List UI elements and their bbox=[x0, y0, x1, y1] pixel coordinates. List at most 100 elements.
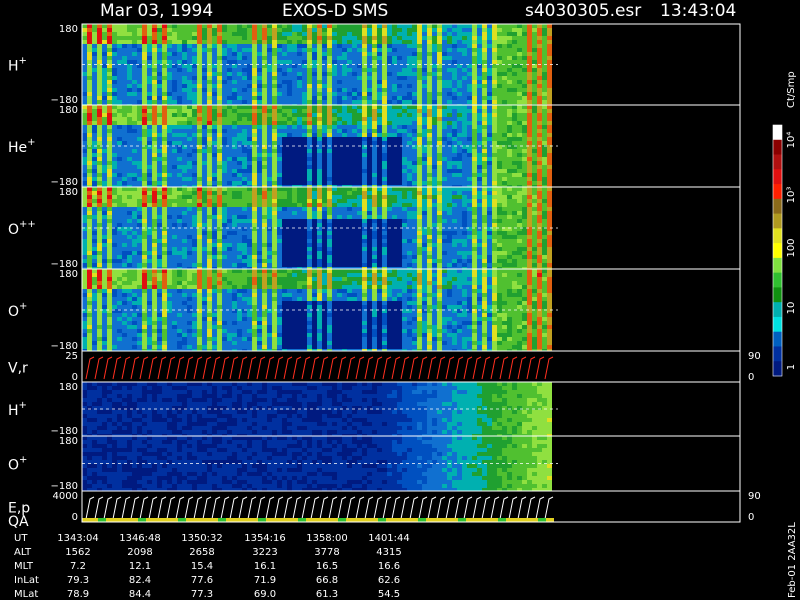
data-cell bbox=[317, 40, 322, 44]
data-cell bbox=[227, 191, 232, 195]
data-cell bbox=[162, 109, 167, 113]
data-cell bbox=[412, 177, 417, 181]
data-cell bbox=[237, 72, 242, 76]
data-cell bbox=[392, 105, 397, 109]
data-cell bbox=[162, 207, 167, 211]
data-cell bbox=[147, 231, 152, 235]
data-cell bbox=[122, 113, 127, 117]
data-cell bbox=[522, 76, 527, 80]
data-cell bbox=[182, 80, 187, 84]
data-cell bbox=[317, 195, 322, 199]
data-cell bbox=[417, 117, 422, 121]
data-cell bbox=[217, 235, 222, 239]
data-cell bbox=[467, 133, 472, 137]
data-cell bbox=[197, 44, 202, 48]
data-cell bbox=[532, 24, 537, 28]
data-cell bbox=[147, 203, 152, 207]
data-cell bbox=[467, 52, 472, 56]
data-cell bbox=[267, 24, 272, 28]
data-cell bbox=[527, 141, 532, 145]
data-cell bbox=[297, 24, 302, 28]
data-cell bbox=[537, 173, 542, 177]
data-cell bbox=[392, 181, 397, 185]
data-cell bbox=[352, 36, 357, 40]
data-cell bbox=[347, 88, 352, 92]
data-cell bbox=[172, 48, 177, 52]
data-cell bbox=[282, 195, 287, 199]
data-cell bbox=[177, 117, 182, 121]
data-cell bbox=[282, 169, 287, 173]
data-cell bbox=[407, 44, 412, 48]
data-cell bbox=[97, 84, 102, 88]
data-cell bbox=[422, 96, 427, 100]
data-cell bbox=[117, 173, 122, 177]
data-cell bbox=[357, 52, 362, 56]
data-cell bbox=[497, 96, 502, 100]
data-cell bbox=[292, 191, 297, 195]
data-cell bbox=[327, 36, 332, 40]
data-cell bbox=[117, 231, 122, 235]
data-cell bbox=[447, 40, 452, 44]
data-cell bbox=[227, 105, 232, 109]
data-cell bbox=[197, 169, 202, 173]
data-cell bbox=[172, 187, 177, 191]
data-cell bbox=[192, 173, 197, 177]
data-cell bbox=[107, 231, 112, 235]
data-cell bbox=[532, 68, 537, 72]
data-cell bbox=[197, 52, 202, 56]
data-cell bbox=[447, 113, 452, 117]
data-cell bbox=[187, 133, 192, 137]
data-cell bbox=[282, 96, 287, 100]
data-cell bbox=[182, 259, 187, 263]
data-cell bbox=[192, 207, 197, 211]
data-cell bbox=[537, 105, 542, 109]
data-cell bbox=[367, 56, 372, 60]
data-cell bbox=[112, 133, 117, 137]
data-cell bbox=[437, 28, 442, 32]
data-cell bbox=[342, 44, 347, 48]
data-cell bbox=[537, 44, 542, 48]
data-cell bbox=[452, 60, 457, 64]
data-cell bbox=[147, 259, 152, 263]
data-cell bbox=[517, 96, 522, 100]
data-cell bbox=[297, 121, 302, 125]
data-cell bbox=[437, 52, 442, 56]
data-cell bbox=[222, 149, 227, 153]
data-cell bbox=[282, 44, 287, 48]
data-cell bbox=[247, 235, 252, 239]
data-cell bbox=[322, 24, 327, 28]
data-cell bbox=[102, 263, 107, 267]
data-cell bbox=[287, 52, 292, 56]
data-cell bbox=[282, 121, 287, 125]
data-cell bbox=[327, 48, 332, 52]
data-cell bbox=[542, 100, 547, 104]
data-cell bbox=[127, 161, 132, 165]
data-cell bbox=[257, 231, 262, 235]
data-cell bbox=[152, 251, 157, 255]
data-cell bbox=[532, 52, 537, 56]
data-cell bbox=[337, 181, 342, 185]
data-cell bbox=[277, 181, 282, 185]
data-cell bbox=[307, 32, 312, 36]
data-cell bbox=[382, 100, 387, 104]
data-cell bbox=[252, 88, 257, 92]
data-cell bbox=[127, 181, 132, 185]
data-cell bbox=[167, 60, 172, 64]
data-cell bbox=[112, 211, 117, 215]
data-cell bbox=[202, 125, 207, 129]
data-cell bbox=[137, 199, 142, 203]
data-cell bbox=[217, 243, 222, 247]
data-cell bbox=[117, 207, 122, 211]
data-cell bbox=[217, 215, 222, 219]
data-cell bbox=[542, 24, 547, 28]
data-cell bbox=[332, 109, 337, 113]
data-cell bbox=[142, 207, 147, 211]
data-cell bbox=[307, 133, 312, 137]
data-cell bbox=[482, 48, 487, 52]
data-cell bbox=[172, 137, 177, 141]
data-cell bbox=[472, 92, 477, 96]
data-cell bbox=[162, 141, 167, 145]
data-cell bbox=[402, 32, 407, 36]
data-cell bbox=[202, 211, 207, 215]
data-cell bbox=[262, 263, 267, 267]
